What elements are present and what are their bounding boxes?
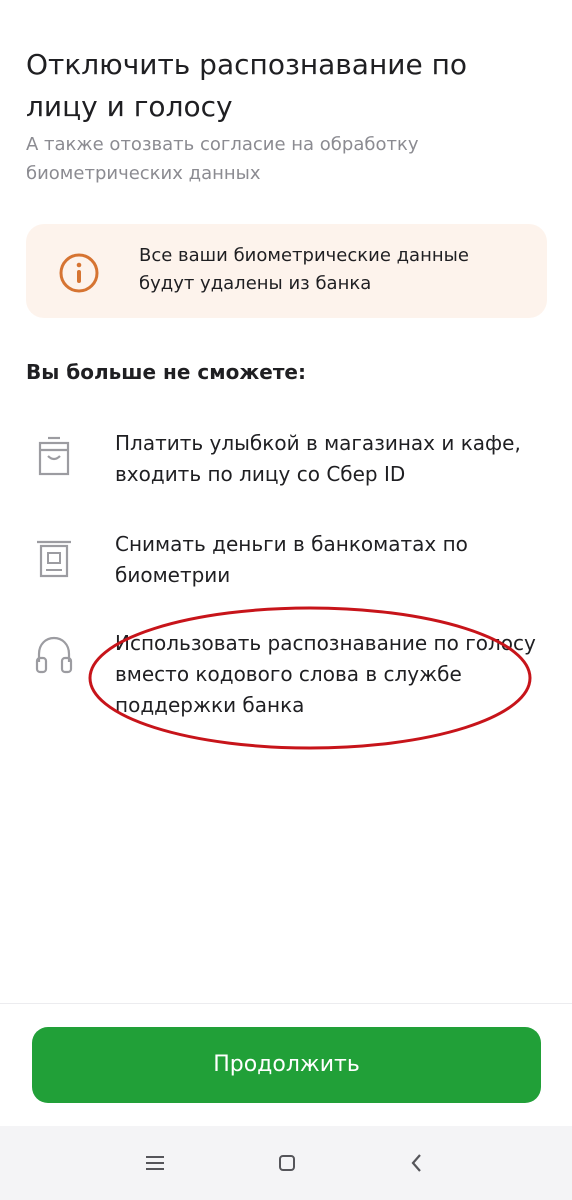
info-icon	[59, 253, 99, 293]
page-subtitle: А также отозвать согласие на обработку б…	[26, 134, 419, 184]
home-icon[interactable]	[274, 1150, 300, 1176]
feature-item-payments: Платить улыбкой в магазинах и кафе, вход…	[0, 428, 572, 498]
feature-item-atm: Снимать деньги в банкоматах по биометрии	[0, 529, 572, 599]
warning-banner: Все ваши биометрические данные будут уда…	[26, 224, 547, 318]
android-navigation-bar	[0, 1126, 572, 1200]
features-heading: Вы больше не сможете:	[26, 360, 306, 384]
continue-button[interactable]: Продолжить	[32, 1027, 541, 1103]
disable-biometrics-screen: Отключить распознавание по лицу и голосу…	[0, 0, 572, 1200]
page-title: Отключить распознавание по лицу и голосу	[26, 48, 468, 123]
shopping-bag-icon	[38, 436, 70, 476]
warning-text: Все ваши биометрические данные будут уда…	[139, 245, 469, 294]
menu-icon[interactable]	[142, 1150, 168, 1176]
back-icon[interactable]	[404, 1150, 430, 1176]
feature-text-atm: Снимать деньги в банкоматах по биометрии	[115, 532, 468, 587]
headphones-icon	[35, 636, 73, 674]
bottom-divider	[0, 1003, 572, 1004]
feature-item-voice-support: Использовать распознавание по голосу вме…	[0, 628, 572, 728]
feature-text-voice-support: Использовать распознавание по голосу вме…	[115, 631, 536, 717]
atm-icon	[37, 540, 71, 578]
feature-text-payments: Платить улыбкой в магазинах и кафе, вход…	[115, 431, 521, 486]
